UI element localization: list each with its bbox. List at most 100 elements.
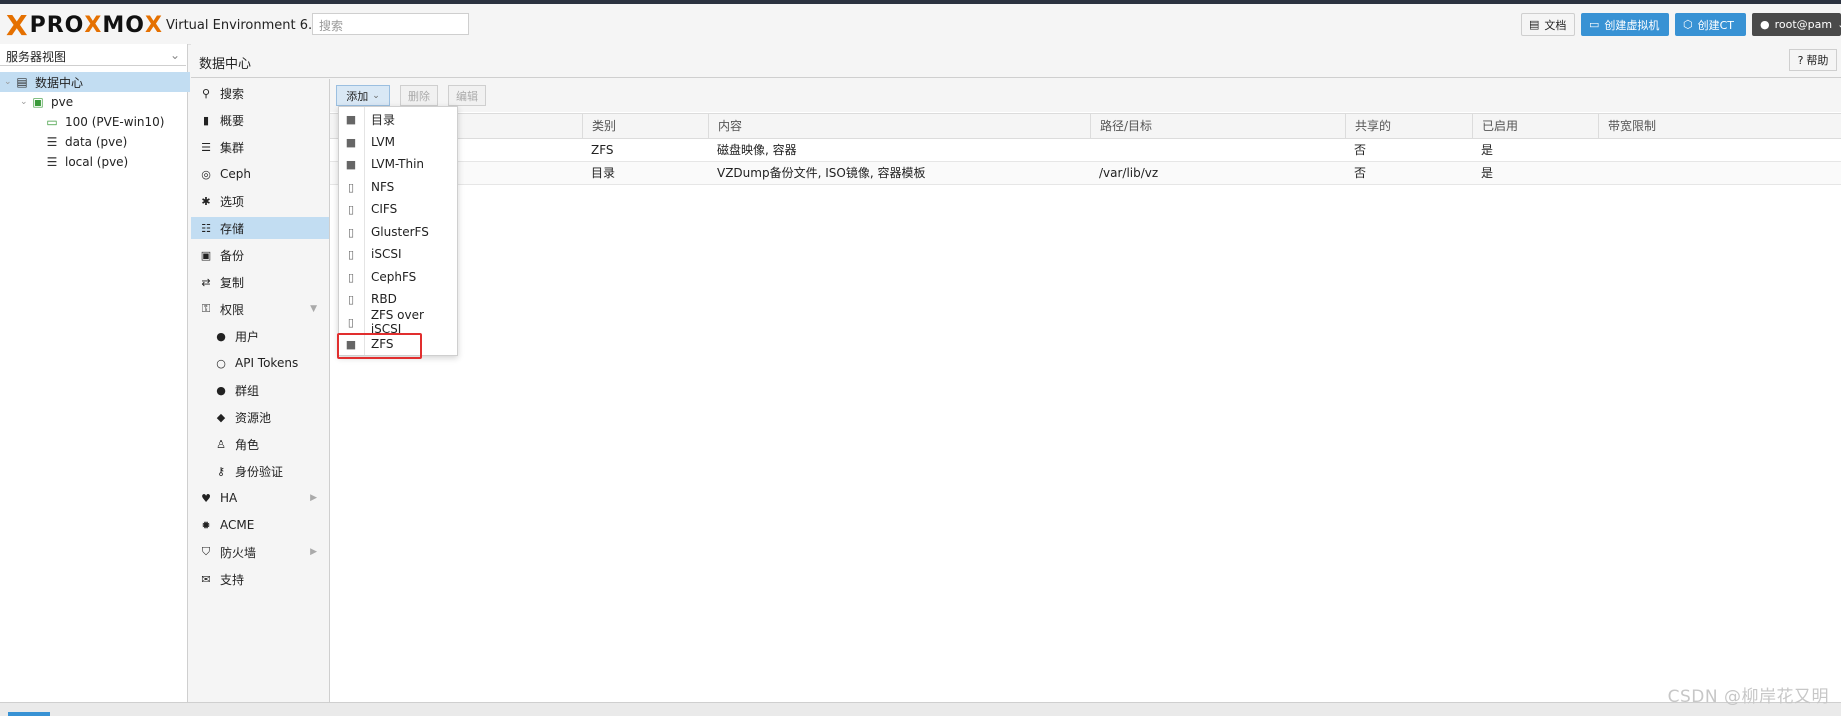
- cell-type: ZFS: [591, 143, 614, 157]
- nav-item-groups[interactable]: ● 群组: [191, 379, 329, 401]
- create-vm-button[interactable]: ▭ 创建虚拟机: [1581, 13, 1669, 36]
- menu-item-cifs[interactable]: ▯ CIFS: [339, 198, 457, 220]
- search-input[interactable]: 搜索: [312, 13, 469, 35]
- building-icon: ▯: [347, 315, 354, 329]
- nav-item-ha[interactable]: ♥ HA ▶: [191, 487, 329, 509]
- menu-item-rbd[interactable]: ▯ RBD: [339, 288, 457, 310]
- storage-icon: ☰: [46, 155, 58, 169]
- chevron-down-icon: ⌄: [1837, 18, 1841, 31]
- retweet-icon: ⇄: [201, 275, 211, 289]
- user-outline-icon: ○: [216, 356, 226, 370]
- table-row[interactable]: 目录 VZDump备份文件, ISO镜像, 容器模板 /var/lib/vz 否…: [330, 162, 1841, 185]
- tree-item-datacenter[interactable]: ⌄ ▤ 数据中心: [0, 72, 190, 92]
- column-header-type[interactable]: 类别: [582, 114, 708, 138]
- annotation-highlight-box: [337, 333, 422, 359]
- folder-icon: ■: [345, 157, 357, 171]
- menu-item-nfs[interactable]: ▯ NFS: [339, 176, 457, 198]
- menu-item-directory[interactable]: ■ 目录: [339, 108, 457, 130]
- help-button[interactable]: ? 帮助: [1789, 49, 1837, 71]
- database-icon: ☷: [201, 221, 211, 235]
- cell-shared: 否: [1354, 143, 1367, 157]
- key-icon: ⚷: [216, 464, 226, 478]
- cell-shared: 否: [1354, 166, 1367, 180]
- unlock-icon: ⚿: [201, 302, 211, 315]
- cell-path: [1090, 139, 1099, 161]
- cell-path: /var/lib/vz: [1099, 166, 1159, 180]
- chevron-right-icon: ▶: [310, 547, 317, 557]
- create-ct-button[interactable]: ⬡ 创建CT: [1675, 13, 1746, 36]
- version-label: Virtual Environment 6.2-4: [166, 18, 334, 33]
- chevron-down-icon: ⌄: [169, 48, 180, 62]
- edit-button[interactable]: 编辑: [448, 85, 486, 106]
- question-icon: ?: [1797, 53, 1804, 67]
- column-header-path[interactable]: 路径/目标: [1090, 114, 1345, 138]
- nav-item-storage[interactable]: ☷ 存储: [191, 217, 329, 239]
- column-header-enabled[interactable]: 已启用: [1472, 114, 1598, 138]
- menu-item-iscsi[interactable]: ▯ iSCSI: [339, 243, 457, 265]
- documentation-button[interactable]: ▤ 文档: [1521, 13, 1575, 36]
- nav-item-roles[interactable]: ♙ 角色: [191, 433, 329, 455]
- status-bar: [0, 702, 1841, 716]
- tags-icon: ◆: [216, 410, 226, 424]
- folder-icon: ■: [345, 112, 357, 126]
- storage-icon: ☰: [46, 135, 58, 149]
- nav-item-api-tokens[interactable]: ○ API Tokens: [191, 352, 329, 374]
- remove-button[interactable]: 删除: [400, 85, 438, 106]
- nav-item-firewall[interactable]: ⛉ 防火墙 ▶: [191, 541, 329, 563]
- header-bar: X PRO X MO X Virtual Environment 6.2-4 搜索 ▤ …: [0, 4, 1841, 45]
- server-icon: ☰: [201, 140, 211, 154]
- datacenter-icon: ▤: [16, 75, 28, 89]
- building-icon: ▯: [347, 225, 355, 239]
- column-header-shared[interactable]: 共享的: [1345, 114, 1472, 138]
- menu-item-zfs-over-iscsi[interactable]: ▯ ZFS over iSCSI: [339, 308, 457, 336]
- nav-item-authentication[interactable]: ⚷ 身份验证: [191, 460, 329, 482]
- folder-icon: ■: [345, 135, 357, 149]
- cell-bandwidth: [1598, 139, 1607, 161]
- cube-icon: ⬡: [1683, 18, 1693, 31]
- node-icon: ▣: [32, 95, 44, 109]
- menu-item-cephfs[interactable]: ▯ CephFS: [339, 266, 457, 288]
- expand-icon: ⌄: [20, 97, 28, 107]
- building-icon: ▯: [347, 180, 355, 194]
- nav-item-permissions[interactable]: ⚿ 权限 ▼: [191, 298, 329, 320]
- nav-item-acme[interactable]: ✹ ACME: [191, 514, 329, 536]
- log-panel-tab[interactable]: [8, 712, 50, 716]
- nav-item-search[interactable]: ⚲ 搜索: [191, 82, 329, 104]
- building-icon: ▯: [347, 247, 355, 261]
- male-icon: ♙: [216, 437, 226, 451]
- nav-item-users[interactable]: ● 用户: [191, 325, 329, 347]
- nav-item-replication[interactable]: ⇄ 复制: [191, 271, 329, 293]
- tree-item-node-pve[interactable]: ⌄ ▣ pve: [0, 92, 206, 112]
- nav-item-cluster[interactable]: ☰ 集群: [191, 136, 329, 158]
- column-header-content[interactable]: 内容: [708, 114, 1090, 138]
- column-header-bandwidth[interactable]: 带宽限制: [1598, 114, 1841, 138]
- table-row[interactable]: ZFS 磁盘映像, 容器 否 是: [330, 139, 1841, 162]
- menu-item-lvm[interactable]: ■ LVM: [339, 131, 457, 153]
- add-button[interactable]: 添加 ⌄: [336, 85, 390, 106]
- nav-item-backup[interactable]: ▣ 备份: [191, 244, 329, 266]
- building-icon: ▯: [347, 202, 355, 216]
- view-selector[interactable]: 服务器视图 ⌄: [0, 44, 186, 66]
- menu-item-glusterfs[interactable]: ▯ GlusterFS: [339, 221, 457, 243]
- datacenter-nav: ⚲ 搜索 ▮ 概要 ☰ 集群 ◎ Ceph ✱ 选项 ☷ 存储 ▣ 备份 ⇄ 复制 ⚿ 权限 ▼ ●…: [191, 79, 330, 702]
- chevron-down-icon: ⌄: [372, 90, 380, 101]
- nav-item-options[interactable]: ✱ 选项: [191, 190, 329, 212]
- cell-content: 磁盘映像, 容器: [717, 143, 797, 157]
- building-icon: ▯: [347, 270, 355, 284]
- cell-bandwidth: [1598, 162, 1607, 184]
- resource-tree-panel: 服务器视图 ⌄ ⌄ ▤ 数据中心 ⌄ ▣ pve ▭ 100 (PVE-win1…: [0, 44, 190, 702]
- menu-item-lvm-thin[interactable]: ■ LVM-Thin: [339, 153, 457, 175]
- heartbeat-icon: ♥: [201, 491, 211, 505]
- toolbar: 添加 ⌄ 删除 编辑: [330, 79, 1841, 112]
- user-menu-button[interactable]: ● root@pam ⌄: [1752, 13, 1841, 36]
- certificate-icon: ✹: [201, 518, 211, 532]
- nav-item-summary[interactable]: ▮ 概要: [191, 109, 329, 131]
- shield-icon: ⛉: [201, 545, 211, 558]
- cell-content: VZDump备份文件, ISO镜像, 容器模板: [717, 166, 926, 180]
- nav-item-pools[interactable]: ◆ 资源池: [191, 406, 329, 428]
- user-icon: ●: [1760, 18, 1770, 31]
- book-icon: ▮: [202, 113, 210, 127]
- nav-item-ceph[interactable]: ◎ Ceph: [191, 163, 329, 185]
- storage-panel: 添加 ⌄ 删除 编辑 类别 内容 路径/目标 共享的 已启用 带宽限制 ZFS …: [330, 79, 1841, 702]
- nav-item-support[interactable]: ✉ 支持: [191, 568, 329, 590]
